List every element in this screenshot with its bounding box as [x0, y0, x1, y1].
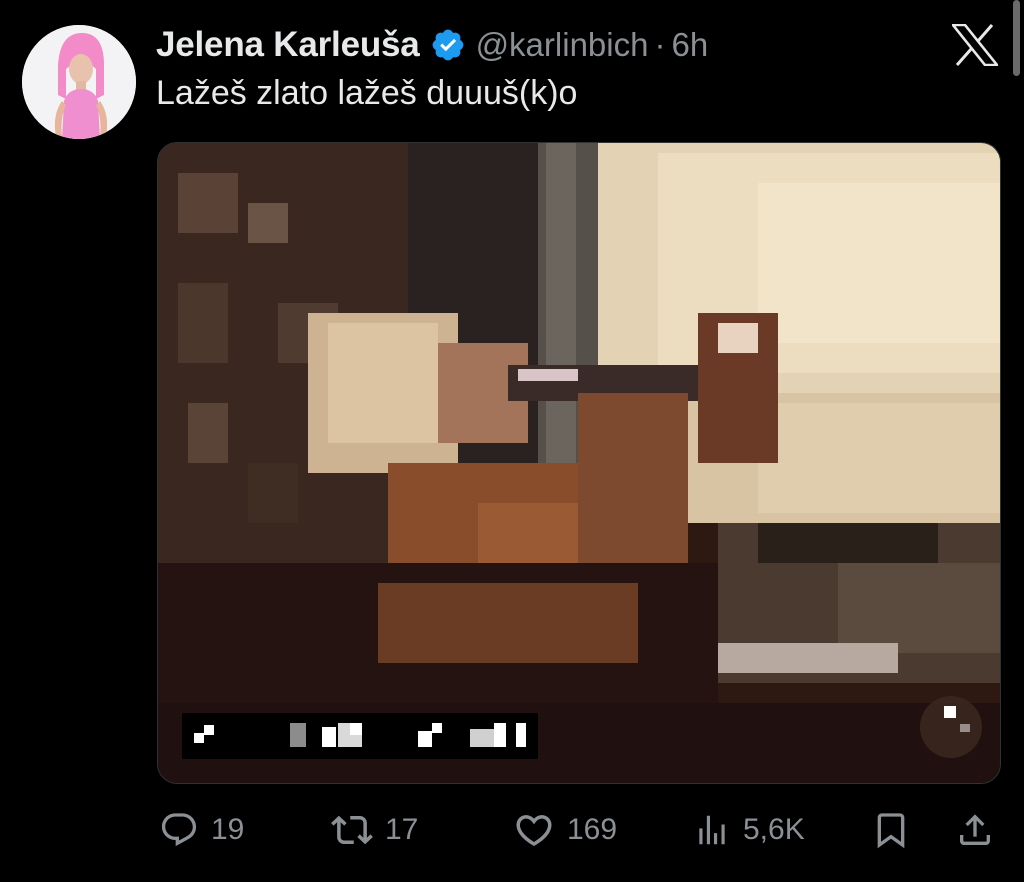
like-icon [516, 815, 552, 847]
repost-button[interactable]: 17 [331, 800, 418, 860]
views-icon [699, 815, 725, 845]
verified-badge-icon [430, 27, 466, 63]
views-count: 5,6K [743, 813, 805, 846]
timestamp[interactable]: 6h [671, 26, 708, 64]
x-logo-icon[interactable] [950, 23, 1000, 67]
user-handle[interactable]: @karlinbich [476, 26, 649, 64]
caption-overlay [182, 713, 538, 759]
display-name[interactable]: Jelena Karleuša [156, 25, 420, 65]
tweet-text: Lažeš zlato lažeš duuuš(k)o [156, 74, 578, 112]
share-button[interactable] [955, 800, 995, 860]
video-player[interactable] [157, 142, 1001, 784]
tweet-header: Jelena Karleuša @karlinbich · 6h [156, 20, 708, 70]
like-button[interactable]: 169 [513, 800, 617, 860]
reply-icon [161, 813, 197, 847]
scrollbar[interactable] [1013, 0, 1020, 76]
expand-button[interactable] [920, 696, 982, 758]
bookmark-button[interactable] [871, 800, 911, 860]
avatar-image [22, 25, 136, 139]
action-bar: 19 17 169 5,6K [157, 800, 1005, 860]
repost-count: 17 [385, 813, 419, 846]
reply-button[interactable]: 19 [159, 800, 244, 860]
like-count: 169 [567, 813, 618, 846]
reply-count: 19 [211, 813, 245, 846]
profile-avatar[interactable] [22, 25, 136, 139]
share-icon [960, 814, 990, 845]
repost-icon [331, 815, 373, 845]
separator-dot: · [654, 26, 666, 63]
video-frame [158, 143, 1000, 783]
views-button[interactable]: 5,6K [693, 800, 805, 860]
bookmark-icon [877, 813, 905, 849]
